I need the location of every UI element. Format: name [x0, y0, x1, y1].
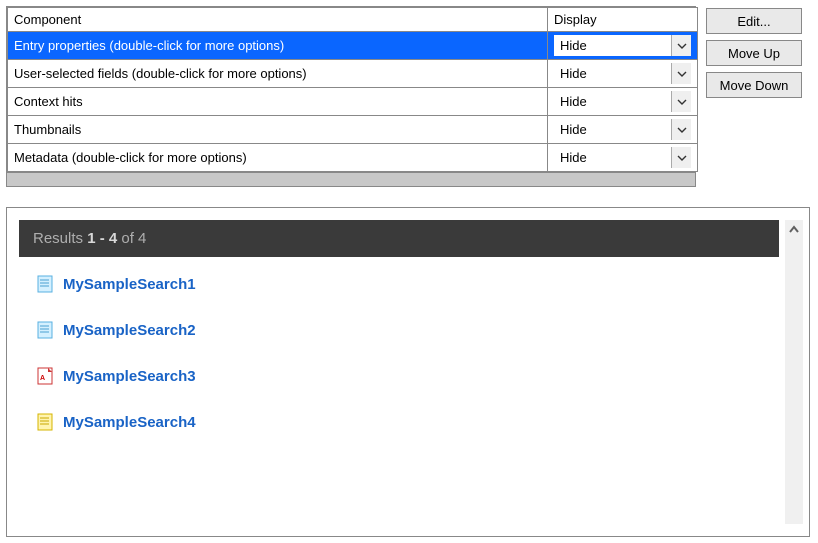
- scrollbar-vertical[interactable]: [785, 220, 803, 524]
- results-header: Results 1 - 4 of 4: [19, 220, 779, 257]
- display-value: Hide: [554, 35, 671, 56]
- result-link[interactable]: MySampleSearch2: [63, 322, 196, 339]
- display-cell[interactable]: Hide: [548, 144, 698, 172]
- column-header-display[interactable]: Display: [548, 8, 698, 32]
- column-header-component[interactable]: Component: [8, 8, 548, 32]
- display-cell[interactable]: Hide: [548, 88, 698, 116]
- pdf-icon: A: [37, 367, 53, 385]
- move-up-button[interactable]: Move Up: [706, 40, 802, 66]
- chevron-down-icon[interactable]: [671, 119, 691, 140]
- component-cell[interactable]: Metadata (double-click for more options): [8, 144, 548, 172]
- doc-blue-icon: [37, 275, 53, 293]
- table-row[interactable]: Context hits Hide: [8, 88, 698, 116]
- display-value: Hide: [554, 63, 671, 84]
- grid-footer-bar: [7, 172, 695, 186]
- svg-text:A: A: [40, 375, 45, 382]
- chevron-down-icon[interactable]: [671, 147, 691, 168]
- list-item: MySampleSearch2: [37, 321, 769, 339]
- component-cell[interactable]: Entry properties (double-click for more …: [8, 32, 548, 60]
- edit-button[interactable]: Edit...: [706, 8, 802, 34]
- results-header-prefix: Results: [33, 230, 87, 247]
- component-cell[interactable]: User-selected fields (double-click for m…: [8, 60, 548, 88]
- table-row[interactable]: User-selected fields (double-click for m…: [8, 60, 698, 88]
- component-cell[interactable]: Context hits: [8, 88, 548, 116]
- result-link[interactable]: MySampleSearch4: [63, 414, 196, 431]
- result-link[interactable]: MySampleSearch1: [63, 276, 196, 293]
- doc-blue-icon: [37, 321, 53, 339]
- result-link[interactable]: MySampleSearch3: [63, 368, 196, 385]
- display-value: Hide: [554, 147, 671, 168]
- table-row[interactable]: Thumbnails Hide: [8, 116, 698, 144]
- chevron-down-icon[interactable]: [671, 91, 691, 112]
- results-of-text: of 4: [117, 230, 146, 247]
- table-row[interactable]: Metadata (double-click for more options)…: [8, 144, 698, 172]
- doc-yellow-icon: [37, 413, 53, 431]
- component-cell[interactable]: Thumbnails: [8, 116, 548, 144]
- display-cell[interactable]: Hide: [548, 116, 698, 144]
- list-item: A MySampleSearch3: [37, 367, 769, 385]
- display-value: Hide: [554, 119, 671, 140]
- component-grid: Component Display Entry properties (doub…: [6, 6, 696, 187]
- scrollbar-up-button[interactable]: [786, 222, 802, 238]
- list-item: MySampleSearch4: [37, 413, 769, 431]
- chevron-down-icon[interactable]: [671, 63, 691, 84]
- preview-pane: Results 1 - 4 of 4 MySampleSearch1 MySamp…: [6, 207, 810, 537]
- display-cell[interactable]: Hide: [548, 60, 698, 88]
- move-down-button[interactable]: Move Down: [706, 72, 802, 98]
- chevron-down-icon[interactable]: [671, 35, 691, 56]
- display-value: Hide: [554, 91, 671, 112]
- list-item: MySampleSearch1: [37, 275, 769, 293]
- table-row[interactable]: Entry properties (double-click for more …: [8, 32, 698, 60]
- display-cell[interactable]: Hide: [548, 32, 698, 60]
- results-range: 1 - 4: [87, 230, 117, 247]
